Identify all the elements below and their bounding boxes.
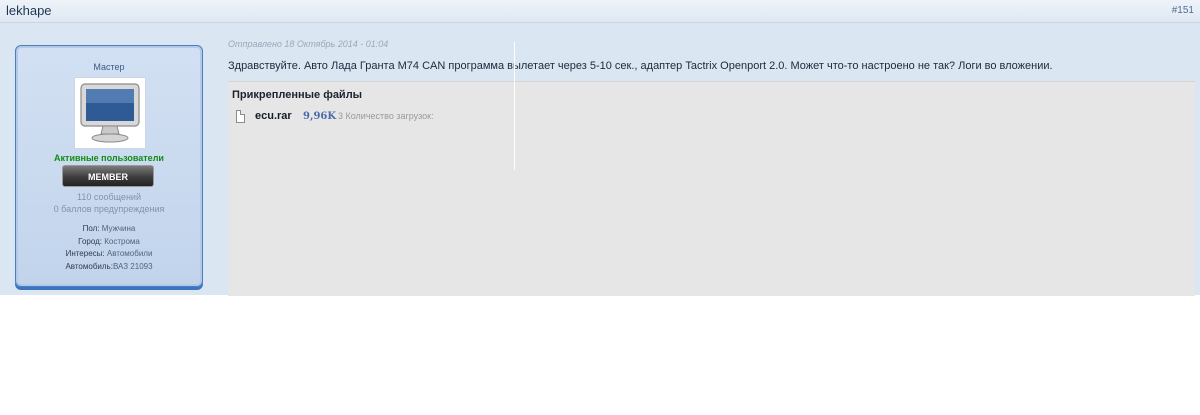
field-label: Пол:	[82, 224, 100, 233]
profile-field-car: Автомобиль:ВАЗ 21093	[16, 262, 202, 271]
field-label: Автомобиль:	[65, 262, 113, 271]
monitor-avatar-icon	[80, 83, 140, 143]
file-icon	[236, 110, 245, 123]
field-value: Кострома	[104, 237, 140, 246]
post-header: lekhape #151	[0, 0, 1200, 23]
field-label: Интересы:	[65, 249, 105, 258]
field-label: Город:	[78, 237, 102, 246]
post-date: Отправлено 18 Октябрь 2014 - 01:04	[228, 39, 389, 49]
attachments-title: Прикрепленные файлы	[232, 89, 363, 101]
avatar[interactable]	[74, 77, 146, 149]
profile-field-city: Город: Кострома	[16, 237, 202, 246]
field-value: Автомобили	[106, 249, 153, 258]
divider-line	[514, 42, 515, 170]
author-card: Мастер Активные пользователи MEMBER 110 …	[15, 45, 203, 287]
member-badge: MEMBER	[62, 165, 154, 187]
posts-count: 110 сообщений	[77, 192, 141, 202]
profile-field-interests: Интересы: Автомобили	[16, 249, 202, 258]
warning-points: 0 баллов предупреждения	[53, 204, 165, 214]
attachments-box: Прикрепленные файлы ecu.rar 9,96K 3 Коли…	[228, 81, 1195, 296]
member-title: Мастер	[93, 62, 125, 72]
attachment-item: ecu.rar 9,96K 3 Количество загрузок:	[236, 109, 636, 125]
group-name: Активные пользователи	[54, 153, 164, 163]
field-value: ВАЗ 21093	[112, 262, 153, 271]
author-name-link[interactable]: lekhape	[6, 3, 52, 18]
forum-post: lekhape #151 Мастер Активные пользовател…	[0, 0, 1200, 296]
post-body: Отправлено 18 Октябрь 2014 - 01:04 Здрав…	[228, 22, 1200, 296]
attachment-link[interactable]: ecu.rar	[255, 110, 292, 122]
file-size: 9,96K	[303, 111, 337, 122]
download-count: 3 Количество загрузок:	[338, 111, 434, 121]
field-value: Мужчина	[101, 224, 136, 233]
profile-field-gender: Пол: Мужчина	[16, 224, 202, 233]
post-number-link[interactable]: #151	[1172, 5, 1194, 16]
post-text: Здравствуйте. Авто Лада Гранта М74 CAN п…	[228, 60, 1053, 72]
